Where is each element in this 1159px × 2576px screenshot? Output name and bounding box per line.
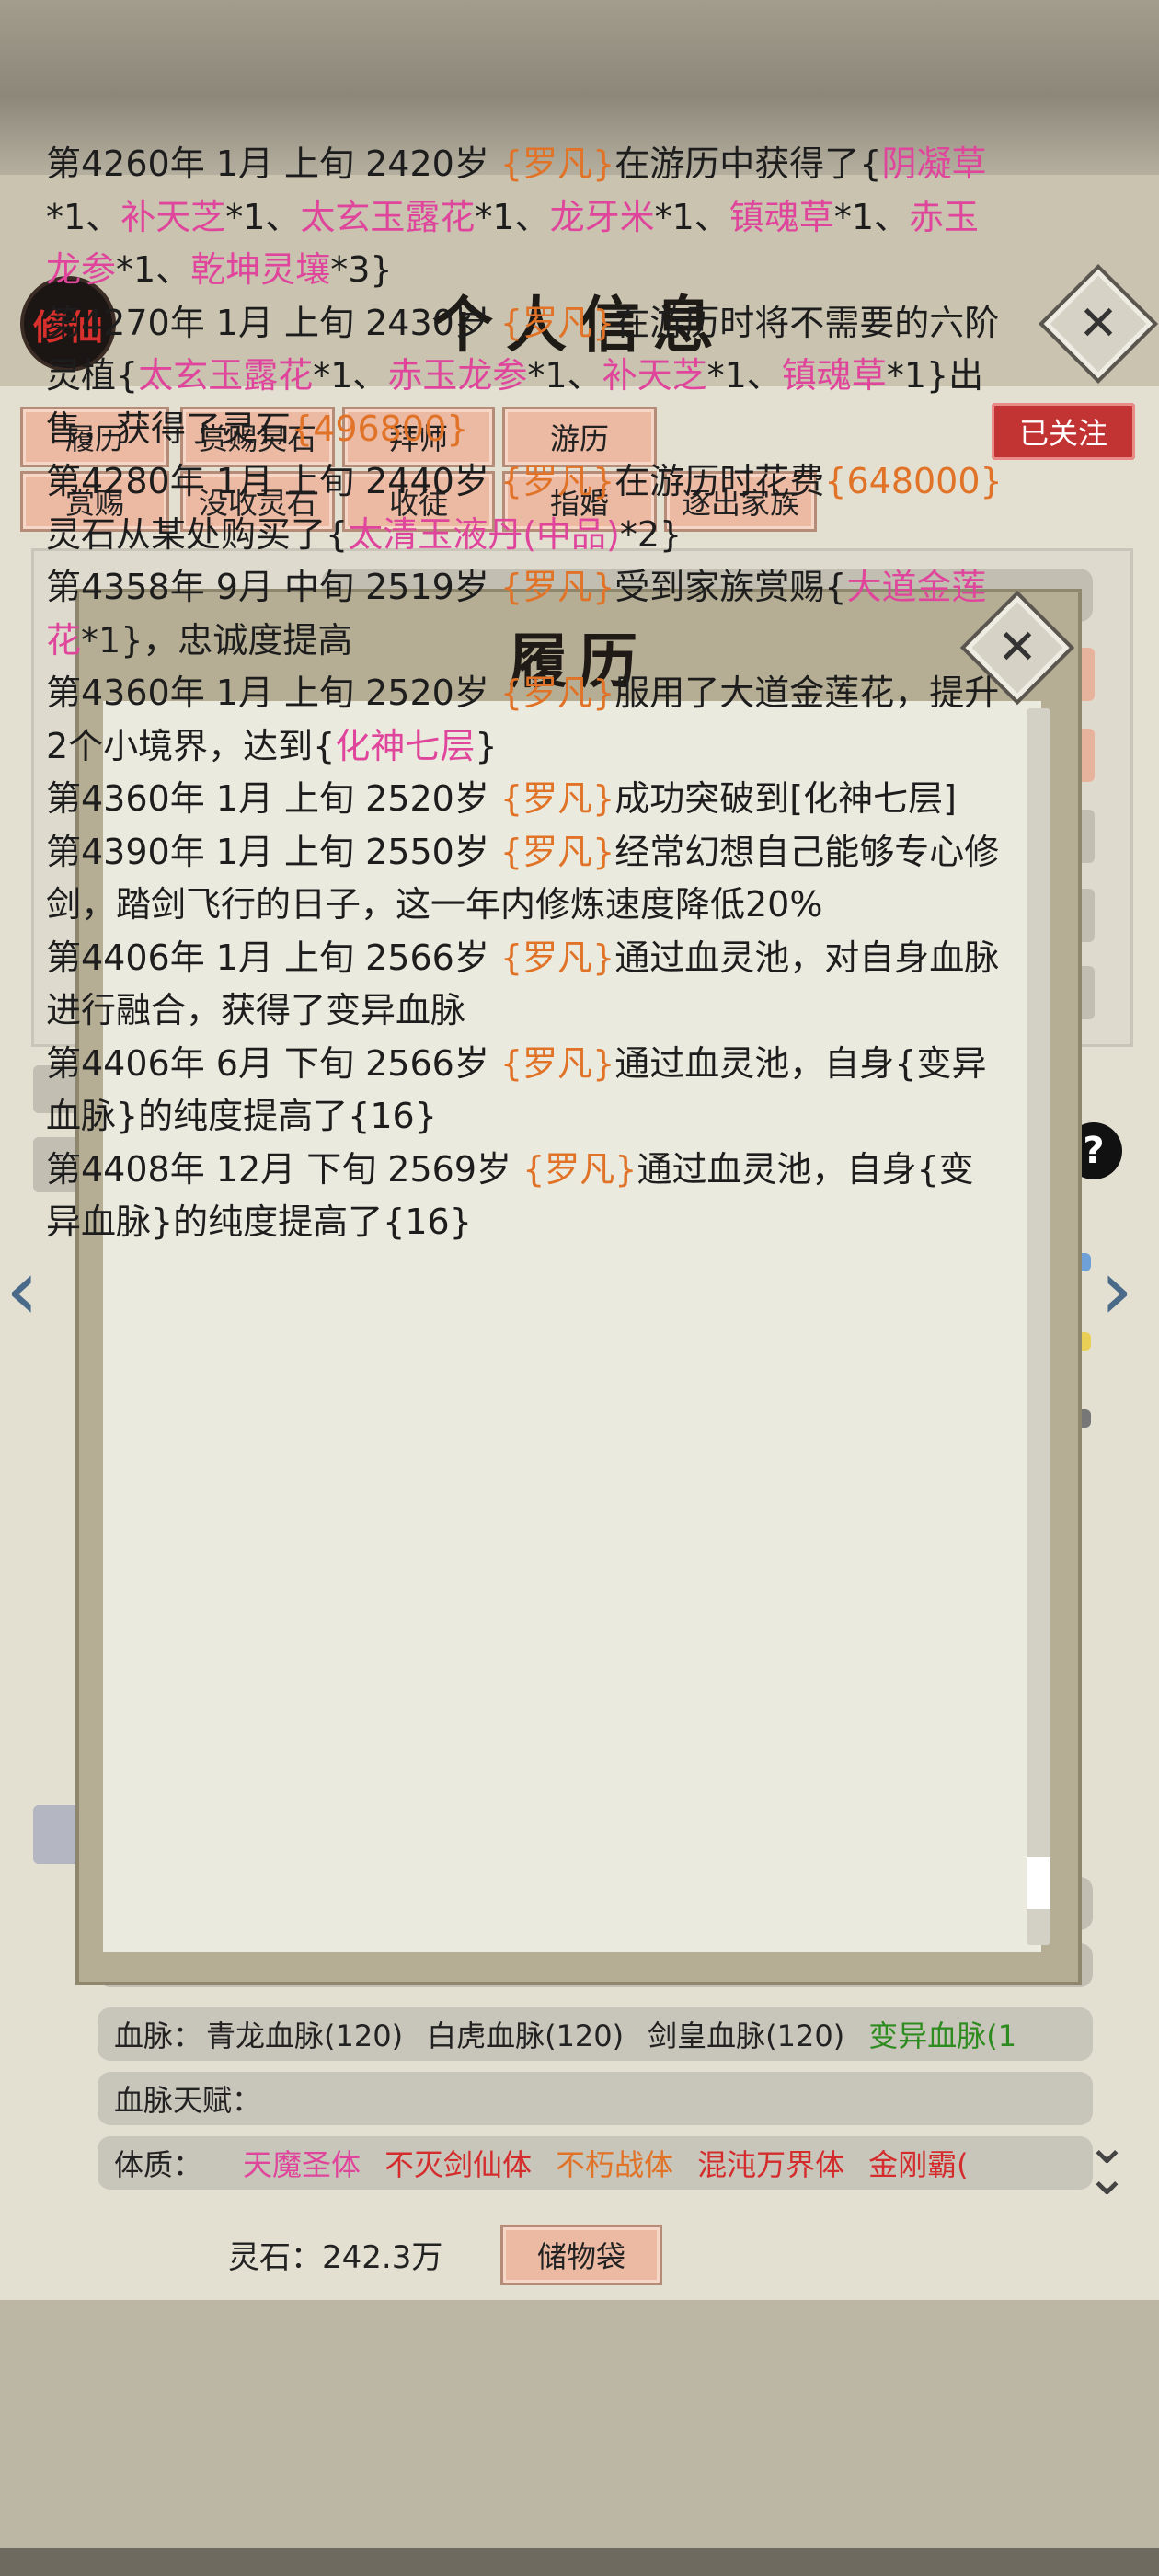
log-text: *1、 (833, 196, 909, 237)
physique-row: 体质： 天魔圣体 不灭剑仙体 不朽战体 混沌万界体 金刚霸( (98, 2136, 1093, 2190)
log-text: 受到家族赏赐{ (614, 567, 847, 607)
character-name: {罗凡} (499, 937, 615, 978)
log-entry: 第4358年 9月 中旬 2519岁 {罗凡}受到家族赏赐{大道金莲花*1}，忠… (46, 561, 1008, 667)
bloodline-value: 变异血脉(1 (868, 2018, 1017, 2053)
log-text: 成功突破到[化神七层] (614, 778, 957, 819)
log-text: *1、 (654, 196, 729, 237)
item-name: 太玄玉露花 (300, 196, 476, 237)
bloodline-row: 血脉： 青龙血脉(120) 白虎血脉(120) 剑皇血脉(120) 变异血脉(1 (98, 2007, 1093, 2061)
log-text: 第4406年 1月 上旬 2566岁 (46, 937, 500, 978)
bottom-edge (0, 2548, 1159, 2576)
bloodline-value: 剑皇血脉(120) (648, 2018, 845, 2053)
stone-amount: {496800} (291, 408, 469, 449)
log-text: *3} (330, 249, 393, 290)
physique-value: 不灭剑仙体 (384, 2147, 533, 2182)
log-entry: 第4280年 1月 上旬 2440岁 {罗凡}在游历时花费{648000} 灵石从… (46, 455, 1008, 561)
log-text: *1、 (527, 355, 602, 396)
physique-value: 天魔圣体 (243, 2147, 361, 2182)
item-name: 镇魂草 (729, 196, 834, 237)
character-name: {罗凡} (499, 1042, 615, 1084)
character-name: {罗凡} (499, 673, 615, 713)
log-text: *1、 (116, 249, 191, 290)
log-text: *1、 (313, 355, 388, 396)
character-name: {罗凡} (499, 144, 615, 184)
previous-arrow-icon[interactable]: ‹ (6, 1242, 39, 1339)
bloodline-value: 青龙血脉(120) (206, 2018, 404, 2053)
expand-chevron-icon[interactable]: ⌄ ⌄ (1085, 2120, 1129, 2202)
item-name: 阴凝草 (881, 144, 987, 184)
item-name: 乾坤灵壤 (190, 249, 331, 290)
log-text: 第4280年 1月 上旬 2440岁 (46, 461, 500, 501)
log-text: 第4390年 1月 上旬 2550岁 (46, 831, 500, 872)
item-name: 太清玉液丹(中品) (348, 513, 620, 555)
log-text: 第4408年 12月 下旬 2569岁 (46, 1148, 523, 1190)
bloodline-value: 白虎血脉(120) (427, 2018, 625, 2053)
bloodline-label: 血脉： (114, 2018, 203, 2053)
character-name: {罗凡} (522, 1148, 637, 1190)
log-text: *1、 (706, 355, 782, 396)
item-name: 镇魂草 (781, 355, 887, 396)
character-name: {罗凡} (499, 302, 615, 343)
stone-amount: {648000} (824, 461, 1003, 501)
item-name: 龙牙米 (549, 196, 655, 237)
log-text: 第4360年 1月 上旬 2520岁 (46, 778, 500, 819)
log-text: *1、 (225, 196, 301, 237)
scrollbar[interactable] (1027, 708, 1050, 1945)
log-text: 第4358年 9月 中旬 2519岁 (46, 567, 500, 607)
log-text: *2} (619, 513, 683, 555)
log-text: } (475, 725, 498, 766)
item-name: 补天芝 (120, 196, 226, 237)
resume-log[interactable]: 第4260年 1月 上旬 2420岁 {罗凡}在游历中获得了{阴凝草*1、补天芝… (46, 138, 1008, 1343)
log-text: 灵石从某处购买了{ (46, 513, 349, 555)
character-name: {罗凡} (499, 567, 615, 607)
log-entry: 第4270年 1月 上旬 2430岁 {罗凡}在游历时将不需要的六阶灵植{太玄玉… (46, 297, 1008, 456)
log-text: 第4270年 1月 上旬 2430岁 (46, 302, 500, 343)
spirit-stone-count: 灵石：242.3万 (228, 2239, 443, 2276)
scrollbar-thumb[interactable] (1027, 1857, 1050, 1910)
bloodline-talent-label: 血脉天赋： (114, 2083, 262, 2118)
bloodline-talent-row: 血脉天赋： (98, 2072, 1093, 2125)
character-name: {罗凡} (499, 778, 615, 819)
physique-value: 不朽战体 (556, 2147, 674, 2182)
item-name: 化神七层 (335, 725, 476, 766)
character-name: {罗凡} (499, 831, 615, 872)
physique-label: 体质： (114, 2147, 203, 2182)
log-entry: 第4408年 12月 下旬 2569岁 {罗凡}通过血灵池，自身{变异血脉}的纯… (46, 1144, 1008, 1249)
item-name: 补天芝 (602, 355, 707, 396)
storage-bag-button[interactable]: 储物袋 (500, 2225, 662, 2285)
log-text: *1、 (46, 196, 121, 237)
log-text: 第4360年 1月 上旬 2520岁 (46, 673, 500, 713)
log-entry: 第4360年 1月 上旬 2520岁 {罗凡}服用了大道金莲花，提升2个小境界，… (46, 667, 1008, 773)
bottom-background (0, 2300, 1159, 2576)
item-name: 太玄玉露花 (138, 355, 314, 396)
log-entry: 第4260年 1月 上旬 2420岁 {罗凡}在游历中获得了{阴凝草*1、补天芝… (46, 138, 1008, 297)
log-text: *1、 (475, 196, 550, 237)
log-entry: 第4360年 1月 上旬 2520岁 {罗凡}成功突破到[化神七层] (46, 773, 1008, 826)
character-name: {罗凡} (499, 461, 615, 501)
log-text: *1}，忠诚度提高 (81, 619, 353, 661)
close-icon: ✕ (1078, 296, 1119, 351)
log-text: 在游历时花费 (614, 461, 825, 501)
physique-value: 混沌万界体 (697, 2147, 845, 2182)
log-entry: 第4406年 6月 下旬 2566岁 {罗凡}通过血灵池，自身{变异血脉}的纯度… (46, 1038, 1008, 1144)
follow-button[interactable]: 已关注 (992, 403, 1135, 460)
log-entry: 第4406年 1月 上旬 2566岁 {罗凡}通过血灵池，对自身血脉进行融合，获… (46, 932, 1008, 1038)
log-entry: 第4390年 1月 上旬 2550岁 {罗凡}经常幻想自己能够专心修剑，踏剑飞行… (46, 826, 1008, 932)
next-arrow-icon[interactable]: › (1100, 1242, 1133, 1339)
log-text: 第4260年 1月 上旬 2420岁 (46, 144, 500, 184)
log-text: 第4406年 6月 下旬 2566岁 (46, 1042, 500, 1084)
item-name: 赤玉龙参 (387, 355, 528, 396)
physique-value: 金刚霸( (868, 2147, 969, 2182)
log-text: 在游历中获得了{ (614, 144, 882, 184)
